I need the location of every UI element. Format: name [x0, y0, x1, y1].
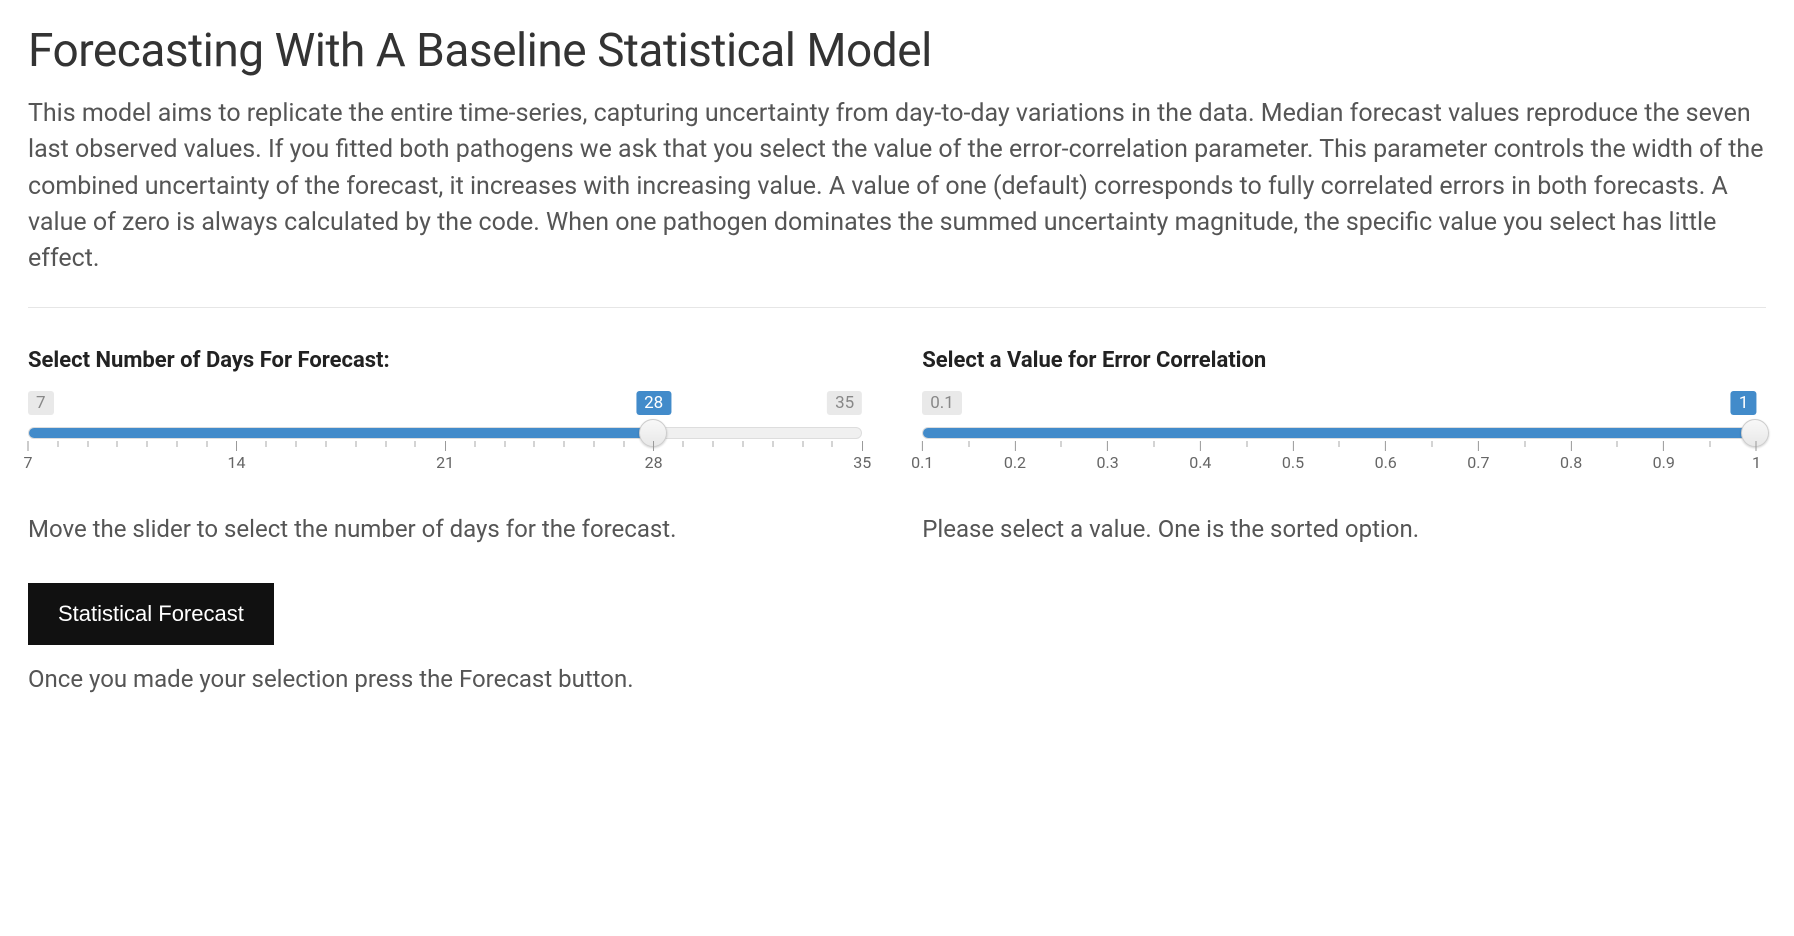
days-help-text: Move the slider to select the number of …	[28, 513, 862, 547]
error-tick	[1339, 441, 1340, 447]
days-tick: 7	[24, 441, 33, 472]
error-slider-track[interactable]	[922, 427, 1756, 439]
error-tick: 0.2	[1004, 441, 1026, 472]
days-tick	[385, 441, 386, 447]
error-tick-label: 0.3	[1097, 453, 1119, 472]
error-tick: 1	[1752, 441, 1761, 472]
error-tick: 0.6	[1375, 441, 1397, 472]
error-tick	[1246, 441, 1247, 447]
days-tick	[117, 441, 118, 447]
days-tick-label: 28	[645, 453, 663, 472]
days-tick	[474, 441, 475, 447]
days-tick	[713, 441, 714, 447]
days-tick	[743, 441, 744, 447]
error-tick-label: 0.7	[1467, 453, 1489, 472]
days-tick	[415, 441, 416, 447]
error-tick: 0.8	[1560, 441, 1582, 472]
error-column: Select a Value for Error Correlation 0.1…	[922, 348, 1756, 693]
error-slider-fill	[923, 428, 1755, 438]
days-tick: 21	[436, 441, 454, 472]
error-tick-label: 1	[1752, 453, 1761, 472]
days-tick: 28	[645, 441, 663, 472]
divider	[28, 307, 1766, 308]
days-tick	[325, 441, 326, 447]
footer-text: Once you made your selection press the F…	[28, 665, 862, 693]
intro-text: This model aims to replicate the entire …	[28, 96, 1766, 277]
error-tick	[1061, 441, 1062, 447]
days-slider-badges: 7 28 35	[28, 391, 862, 419]
days-slider-fill	[29, 428, 653, 438]
days-tick: 14	[228, 441, 246, 472]
controls-row: Select Number of Days For Forecast: 7 28 3…	[28, 348, 1766, 693]
error-tick: 0.3	[1097, 441, 1119, 472]
error-tick	[1617, 441, 1618, 447]
statistical-forecast-button[interactable]: Statistical Forecast	[28, 583, 274, 645]
days-tick	[683, 441, 684, 447]
days-tick	[206, 441, 207, 447]
error-tick	[1432, 441, 1433, 447]
days-tick	[772, 441, 773, 447]
days-tick-label: 7	[24, 453, 33, 472]
days-tick-label: 35	[853, 453, 871, 472]
error-tick: 0.9	[1653, 441, 1675, 472]
error-slider-label: Select a Value for Error Correlation	[922, 348, 1756, 373]
days-tick	[594, 441, 595, 447]
error-value-badge: 1	[1731, 391, 1757, 415]
days-tick	[534, 441, 535, 447]
days-tick	[504, 441, 505, 447]
page-title: Forecasting With A Baseline Statistical …	[28, 24, 1766, 78]
error-tick	[968, 441, 969, 447]
days-max-badge: 35	[827, 391, 862, 415]
error-tick	[1710, 441, 1711, 447]
days-tick-label: 14	[228, 453, 246, 472]
error-help-text: Please select a value. One is the sorted…	[922, 513, 1756, 547]
days-tick	[623, 441, 624, 447]
days-slider-ticks: 714212835	[28, 441, 862, 467]
error-tick-label: 0.9	[1653, 453, 1675, 472]
days-tick-label: 21	[436, 453, 454, 472]
days-tick	[564, 441, 565, 447]
days-slider[interactable]: 7 28 35 714212835	[28, 391, 862, 467]
days-tick	[87, 441, 88, 447]
days-column: Select Number of Days For Forecast: 7 28 3…	[28, 348, 862, 693]
error-slider-ticks: 0.10.20.30.40.50.60.70.80.91	[922, 441, 1756, 467]
error-tick-label: 0.6	[1375, 453, 1397, 472]
days-slider-label: Select Number of Days For Forecast:	[28, 348, 862, 373]
error-tick-label: 0.5	[1282, 453, 1304, 472]
days-tick	[176, 441, 177, 447]
error-tick: 0.7	[1467, 441, 1489, 472]
error-min-badge: 0.1	[922, 391, 962, 415]
error-tick-label: 0.1	[911, 453, 933, 472]
days-tick	[57, 441, 58, 447]
days-tick	[147, 441, 148, 447]
error-tick: 0.1	[911, 441, 933, 472]
error-tick-label: 0.2	[1004, 453, 1026, 472]
error-tick: 0.5	[1282, 441, 1304, 472]
days-slider-track[interactable]	[28, 427, 862, 439]
days-value-badge: 28	[636, 391, 671, 415]
error-tick	[1524, 441, 1525, 447]
days-tick	[355, 441, 356, 447]
days-tick	[832, 441, 833, 447]
error-tick: 0.4	[1189, 441, 1211, 472]
error-slider[interactable]: 0.11 0.10.20.30.40.50.60.70.80.91	[922, 391, 1756, 467]
error-tick-label: 0.8	[1560, 453, 1582, 472]
days-tick	[266, 441, 267, 447]
days-tick	[802, 441, 803, 447]
error-tick-label: 0.4	[1189, 453, 1211, 472]
error-slider-badges: 0.11	[922, 391, 1756, 419]
days-tick: 35	[853, 441, 871, 472]
days-min-badge: 7	[28, 391, 54, 415]
days-tick	[296, 441, 297, 447]
error-tick	[1153, 441, 1154, 447]
